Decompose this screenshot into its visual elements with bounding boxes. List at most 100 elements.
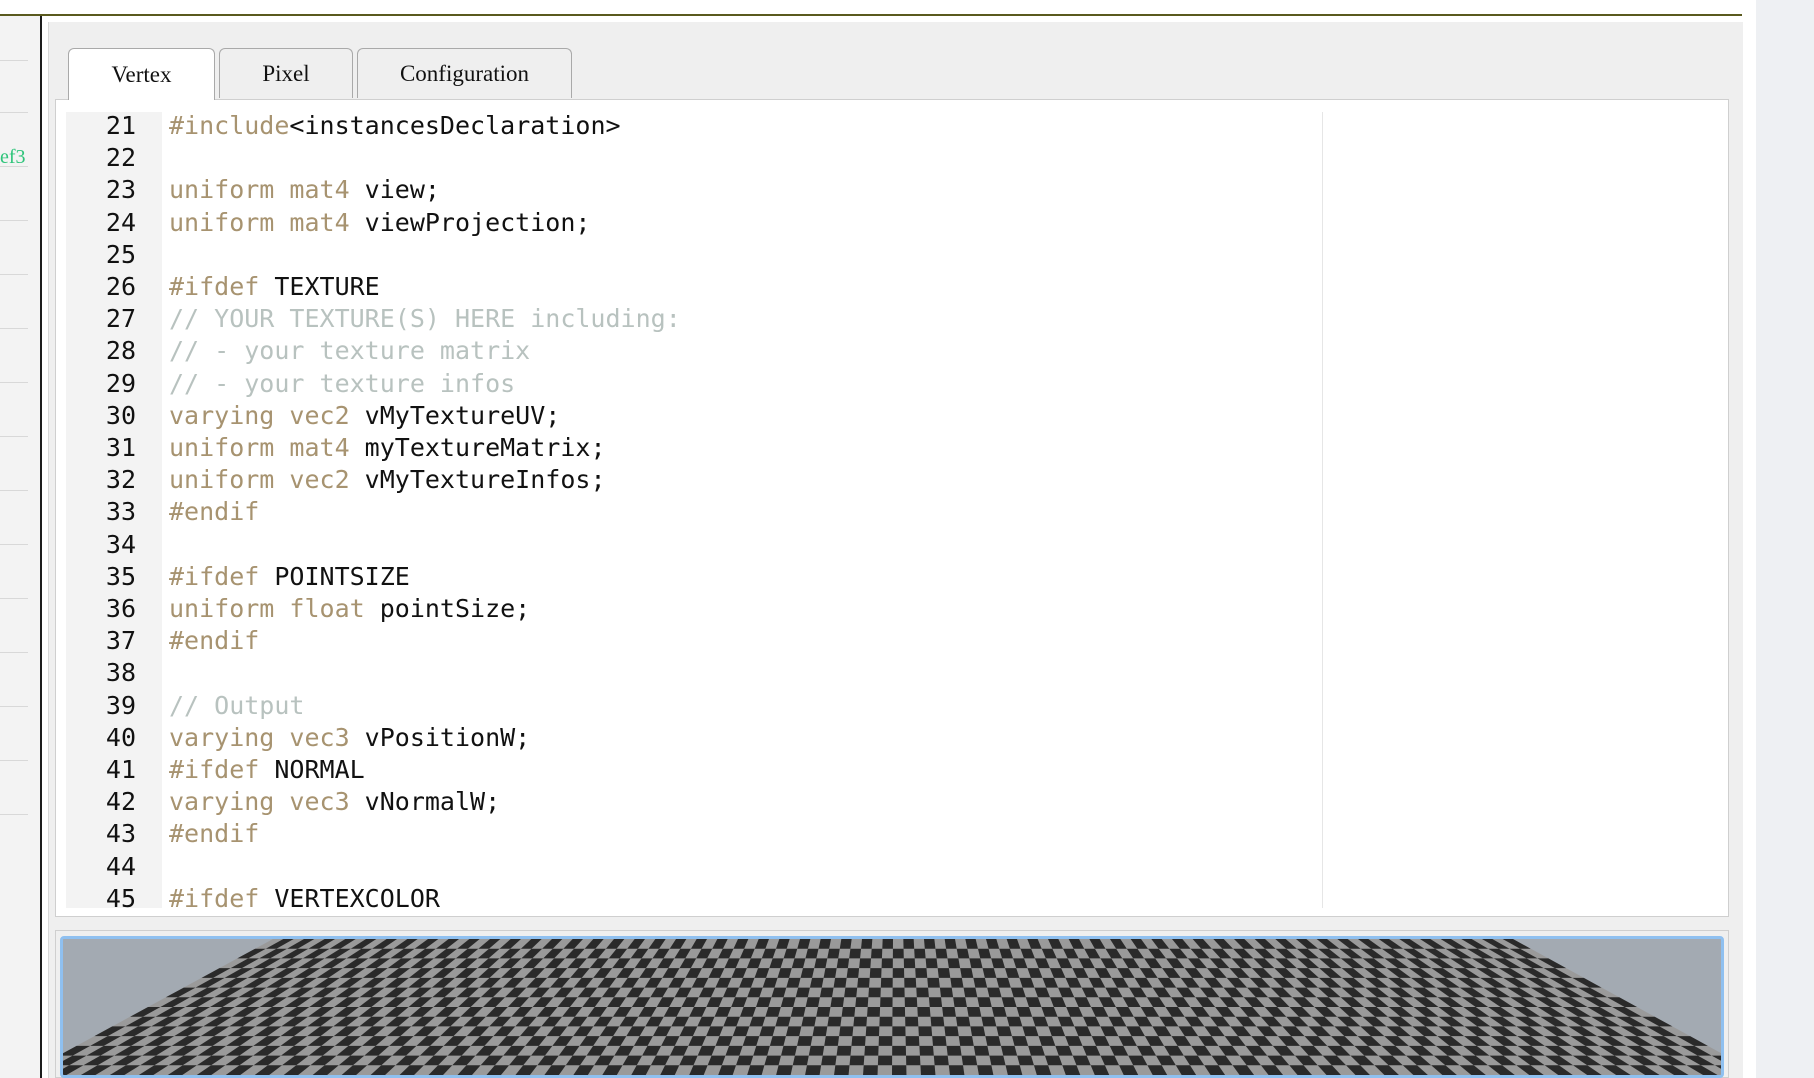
- checker-tile: [1005, 1065, 1023, 1075]
- checker-tile: [996, 1026, 1012, 1037]
- code-text: // Output: [169, 690, 304, 722]
- checker-tile: [892, 987, 905, 998]
- checker-tile: [859, 958, 872, 969]
- line-number: 29: [105, 368, 136, 398]
- code-identifier: VERTEXCOLOR: [274, 883, 440, 908]
- checker-tile: [869, 968, 882, 978]
- checker-tile: [892, 1045, 907, 1056]
- sidebar-row[interactable]: [0, 814, 28, 815]
- sidebar-row[interactable]: [0, 112, 28, 113]
- sidebar-row[interactable]: [0, 598, 28, 599]
- checker-tile: [809, 977, 824, 988]
- checker-tile: [880, 997, 893, 1007]
- sidebar-row[interactable]: [0, 652, 28, 653]
- sidebar-resize-handle[interactable]: [40, 16, 42, 1078]
- code-comment: // Output: [169, 690, 305, 720]
- checker-tile: [836, 1045, 852, 1056]
- checker-tile: [942, 1007, 956, 1017]
- code-keyword: uniform mat4: [169, 175, 365, 205]
- code-text: #ifdef VERTEXCOLOR: [169, 883, 440, 908]
- checker-tile: [892, 948, 904, 959]
- sidebar-row[interactable]: [0, 436, 28, 437]
- line-number: 30: [105, 400, 136, 430]
- line-number: 40: [105, 722, 136, 752]
- tab-configuration[interactable]: Configuration: [357, 48, 572, 98]
- checker-tile: [814, 958, 828, 969]
- checker-tile: [963, 987, 978, 998]
- sidebar-row[interactable]: [0, 60, 28, 61]
- code-keyword: #ifdef: [169, 883, 275, 908]
- code-comment: // - your texture infos: [169, 368, 516, 398]
- code-identifier: TEXTURE: [274, 272, 380, 301]
- checker-tile: [769, 1036, 786, 1046]
- page-margin-right: [1756, 0, 1814, 1078]
- checker-tile: [961, 1055, 978, 1066]
- checker-tile: [836, 958, 850, 969]
- line-number: 39: [105, 690, 136, 720]
- code-text: uniform mat4 view;: [169, 174, 440, 206]
- checker-tile: [819, 987, 834, 998]
- code-keyword: #include: [169, 112, 290, 140]
- checker-tile: [977, 1065, 994, 1075]
- checker-tile: [1017, 1055, 1034, 1066]
- code-identifier: myTextureMatrix;: [364, 433, 606, 462]
- checker-tile: [947, 958, 961, 969]
- line-number: 34: [105, 529, 136, 559]
- line-number: 35: [105, 561, 136, 591]
- checker-tile: [834, 1065, 850, 1075]
- checker-tile: [853, 1016, 868, 1027]
- checker-tile: [932, 1036, 947, 1046]
- sidebar-row[interactable]: [0, 328, 28, 329]
- sidebar: ef3: [0, 16, 40, 1078]
- checker-tile: [937, 968, 951, 978]
- code-text: #include<instancesDeclaration>: [169, 112, 621, 142]
- checker-tile: [933, 1055, 949, 1066]
- checker-tile: [905, 1036, 920, 1046]
- sidebar-row[interactable]: [0, 490, 28, 491]
- sidebar-row[interactable]: [0, 760, 28, 761]
- checker-tile: [977, 997, 992, 1007]
- checker-tile: [939, 987, 954, 998]
- checker-tile: [747, 1065, 765, 1075]
- line-number: 37: [105, 626, 136, 656]
- sidebar-row[interactable]: [0, 544, 28, 545]
- code-keyword: #endif: [169, 819, 260, 849]
- code-text: uniform vec2 vMyTextureInfos;: [169, 464, 606, 496]
- checker-tile: [970, 1026, 986, 1037]
- code-identifier: vMyTextureInfos;: [364, 465, 606, 495]
- sidebar-row[interactable]: [0, 274, 28, 275]
- line-number: 25: [105, 239, 136, 269]
- code-text: varying vec2 vMyTextureUV;: [169, 400, 560, 432]
- checker-tile: [871, 948, 883, 959]
- checker-tile: [981, 1016, 997, 1027]
- checker-tile: [919, 1045, 934, 1056]
- sidebar-item-label[interactable]: ef3: [0, 146, 26, 169]
- line-number: 43: [105, 819, 136, 849]
- checker-tile: [920, 1065, 936, 1075]
- sidebar-row[interactable]: [0, 382, 28, 383]
- checker-tile: [823, 968, 837, 978]
- checker-tile: [880, 977, 893, 988]
- checker-tile: [844, 987, 858, 998]
- checker-tile: [881, 958, 893, 969]
- code-editor[interactable]: 21 #include<instancesDeclaration> 22 23 unif…: [66, 112, 1718, 908]
- sidebar-row[interactable]: [0, 220, 28, 221]
- checker-tile: [918, 1026, 933, 1037]
- line-number: 21: [105, 112, 136, 140]
- checker-tile: [849, 1055, 865, 1066]
- preview-canvas[interactable]: [60, 936, 1724, 1078]
- sidebar-row[interactable]: [0, 706, 28, 707]
- code-keyword: #endif: [169, 626, 260, 656]
- code-text: #ifdef TEXTURE: [169, 271, 380, 303]
- checker-tile: [905, 1016, 919, 1027]
- tab-pixel[interactable]: Pixel: [219, 48, 353, 98]
- code-identifier: POINTSIZE: [274, 561, 410, 591]
- code-keyword: #ifdef: [169, 272, 275, 301]
- checker-tile: [792, 1055, 809, 1066]
- checker-tile: [917, 1007, 931, 1017]
- checker-tile: [849, 948, 862, 959]
- checker-tile: [855, 997, 869, 1007]
- code-text: uniform mat4 viewProjection;: [169, 207, 590, 239]
- tab-vertex[interactable]: Vertex: [68, 48, 215, 100]
- code-text: // - your texture matrix: [169, 335, 530, 367]
